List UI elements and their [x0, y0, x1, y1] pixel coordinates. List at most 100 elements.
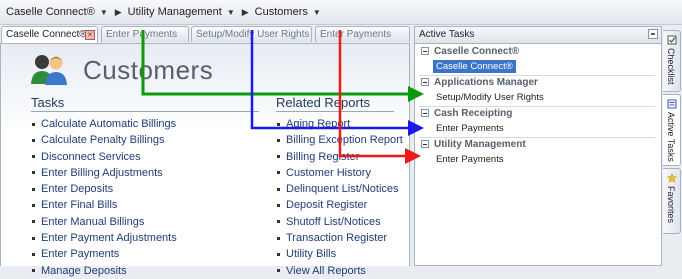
- bullet-icon: [32, 252, 35, 256]
- divider: [31, 111, 259, 112]
- group-label: Utility Management: [434, 139, 526, 150]
- side-tab-strip: Checklist Active Tasks Favorites: [662, 26, 682, 266]
- bullet-icon: [32, 155, 35, 159]
- breadcrumb-label: Caselle Connect®: [6, 6, 95, 18]
- active-tasks-panel: Active Tasks Caselle Connect® Caselle Co…: [414, 26, 662, 266]
- divider: [276, 111, 394, 112]
- side-tab-checklist[interactable]: Checklist: [663, 30, 681, 92]
- report-link[interactable]: Customer History: [277, 165, 403, 181]
- report-link[interactable]: Billing Register: [277, 149, 403, 165]
- task-label: Disconnect Services: [41, 150, 141, 163]
- task-link[interactable]: Calculate Penalty Billings: [32, 132, 177, 148]
- side-tab-label: Favorites: [666, 186, 676, 224]
- task-link[interactable]: Enter Payment Adjustments: [32, 230, 177, 246]
- side-tab-favorites[interactable]: Favorites: [663, 168, 681, 234]
- report-link[interactable]: Aging Report: [277, 116, 403, 132]
- report-link[interactable]: View All Reports: [277, 263, 403, 279]
- bullet-icon: [277, 204, 280, 208]
- chevron-down-icon[interactable]: ▼: [227, 8, 235, 17]
- star-icon: [667, 173, 677, 183]
- task-link[interactable]: Calculate Automatic Billings: [32, 116, 177, 132]
- bullet-icon: [32, 138, 35, 142]
- task-link[interactable]: Enter Manual Billings: [32, 214, 177, 230]
- bullet-icon: [32, 171, 35, 175]
- bullet-icon: [277, 252, 280, 256]
- report-label: Shutoff List/Notices: [286, 215, 381, 228]
- collapse-icon[interactable]: [421, 47, 429, 55]
- breadcrumb: Caselle Connect® ▼ ▶ Utility Management …: [0, 0, 682, 25]
- tab-label: Setup/Modify User Rights: [196, 29, 310, 40]
- group-applications-manager[interactable]: Applications Manager: [421, 77, 538, 88]
- side-tab-label: Active Tasks: [666, 112, 676, 162]
- bullet-icon: [277, 236, 280, 240]
- task-label: Enter Billing Adjustments: [41, 166, 163, 179]
- bullet-icon: [32, 204, 35, 208]
- report-label: View All Reports: [286, 264, 366, 277]
- group-utility-management[interactable]: Utility Management: [421, 139, 526, 150]
- report-label: Billing Exception Report: [286, 134, 403, 147]
- side-tab-active-tasks[interactable]: Active Tasks: [663, 94, 681, 166]
- bullet-icon: [32, 122, 35, 126]
- report-link[interactable]: Delinquent List/Notices: [277, 181, 403, 197]
- report-link[interactable]: Shutoff List/Notices: [277, 214, 403, 230]
- collapse-icon[interactable]: [421, 109, 429, 117]
- active-task-enter-payments-2[interactable]: Enter Payments: [433, 153, 507, 166]
- divider: [419, 75, 655, 76]
- breadcrumb-item-utility-management[interactable]: Utility Management ▼ ▶: [128, 6, 255, 18]
- active-task-caselle-connect[interactable]: Caselle Connect®: [433, 60, 516, 73]
- tab-setup-modify-user-rights[interactable]: Setup/Modify User Rights: [191, 26, 312, 42]
- task-label: Calculate Automatic Billings: [41, 118, 177, 130]
- minimize-icon[interactable]: [648, 29, 658, 39]
- active-tasks-title-bar: Active Tasks: [415, 27, 661, 44]
- task-link[interactable]: Enter Deposits: [32, 181, 177, 197]
- group-cash-receipting[interactable]: Cash Receipting: [421, 108, 512, 119]
- close-icon[interactable]: ×: [85, 30, 95, 40]
- bullet-icon: [32, 220, 35, 224]
- tab-enter-payments[interactable]: Enter Payments: [101, 26, 189, 42]
- chevron-right-icon: ▶: [241, 6, 249, 17]
- report-label: Customer History: [286, 166, 371, 179]
- report-label: Transaction Register: [286, 232, 388, 245]
- report-link[interactable]: Deposit Register: [277, 197, 403, 213]
- side-tab-label: Checklist: [666, 48, 676, 85]
- tab-enter-payments-2[interactable]: Enter Payments: [315, 26, 410, 42]
- breadcrumb-item-customers[interactable]: Customers ▼: [255, 6, 321, 18]
- task-link[interactable]: Enter Payments: [32, 246, 177, 262]
- checklist-icon: [667, 35, 677, 45]
- task-link[interactable]: Disconnect Services: [32, 149, 177, 165]
- tab-caselle-connect[interactable]: Caselle Connect® ×: [1, 26, 98, 44]
- chevron-down-icon[interactable]: ▼: [313, 8, 321, 17]
- task-link[interactable]: Enter Billing Adjustments: [32, 165, 177, 181]
- chevron-down-icon[interactable]: ▼: [100, 8, 108, 17]
- active-task-setup-modify-user-rights[interactable]: Setup/Modify User Rights: [433, 91, 547, 104]
- task-link[interactable]: Manage Deposits: [32, 263, 177, 279]
- bullet-icon: [277, 138, 280, 142]
- report-link[interactable]: Transaction Register: [277, 230, 403, 246]
- bullet-icon: [32, 269, 35, 273]
- report-label: Delinquent List/Notices: [286, 183, 399, 196]
- tab-label: Caselle Connect®: [6, 29, 87, 40]
- report-label: Deposit Register: [286, 199, 368, 212]
- report-link[interactable]: Utility Bills: [277, 246, 403, 262]
- report-label: Utility Bills: [286, 248, 337, 261]
- task-label: Enter Final Bills: [41, 199, 118, 212]
- task-label: Manage Deposits: [41, 264, 127, 277]
- report-link[interactable]: Billing Exception Report: [277, 132, 403, 148]
- active-task-enter-payments[interactable]: Enter Payments: [433, 122, 507, 135]
- task-label: Enter Deposits: [41, 183, 114, 196]
- task-link[interactable]: Enter Final Bills: [32, 197, 177, 213]
- breadcrumb-item-caselle-connect[interactable]: Caselle Connect® ▼ ▶: [0, 6, 128, 18]
- chevron-right-icon: ▶: [114, 6, 122, 17]
- collapse-icon[interactable]: [421, 78, 429, 86]
- bullet-icon: [277, 269, 280, 273]
- bullet-icon: [277, 122, 280, 126]
- group-label: Caselle Connect®: [434, 46, 520, 57]
- task-label: Enter Payment Adjustments: [41, 232, 177, 245]
- group-caselle-connect[interactable]: Caselle Connect®: [421, 46, 519, 57]
- collapse-icon[interactable]: [421, 140, 429, 148]
- bullet-icon: [277, 171, 280, 175]
- page-title: Customers: [83, 55, 214, 85]
- reports-list: Aging Report Billing Exception Report Bi…: [277, 116, 403, 279]
- task-label: Calculate Penalty Billings: [41, 134, 165, 147]
- related-reports-heading: Related Reports: [276, 95, 370, 110]
